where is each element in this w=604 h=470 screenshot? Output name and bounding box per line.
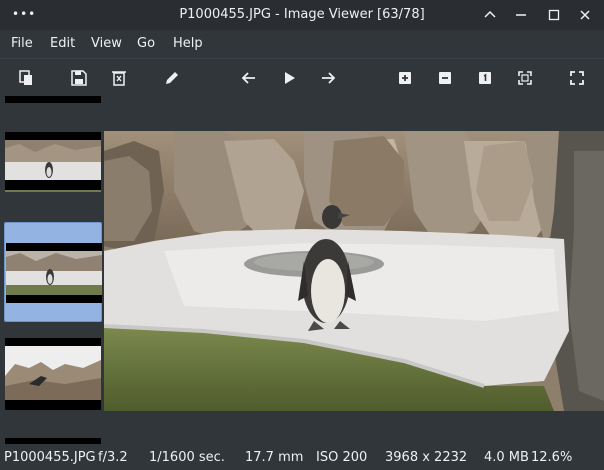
- status-filesize: 4.0 MB: [484, 450, 529, 465]
- toolbar: [0, 58, 604, 96]
- thumbnail-image: [5, 346, 101, 400]
- thumb-previous[interactable]: [4, 132, 102, 230]
- thumbnail-letterbox-bar: [5, 132, 101, 140]
- status-aperture: f/3.2: [98, 450, 128, 465]
- menu-view[interactable]: View: [91, 36, 122, 51]
- maximize-icon[interactable]: [544, 5, 564, 25]
- main-image-view[interactable]: [104, 131, 604, 411]
- status-zoom: 12.6%: [531, 450, 573, 465]
- status-iso: ISO 200: [316, 450, 368, 465]
- original-size-icon[interactable]: [475, 68, 495, 88]
- previous-arrow-icon[interactable]: [239, 68, 259, 88]
- status-focal-length: 17.7 mm: [245, 450, 304, 465]
- zoom-in-icon[interactable]: [395, 68, 415, 88]
- thumbnail-image: [6, 243, 102, 303]
- menu-edit[interactable]: Edit: [50, 36, 75, 51]
- copy-icon[interactable]: [16, 68, 36, 88]
- minimize-icon[interactable]: [480, 5, 500, 25]
- zoom-fit-icon[interactable]: [515, 68, 535, 88]
- thumbnail-letterbox-bar: [5, 180, 101, 190]
- menu-bar: File Edit View Go Help: [0, 30, 604, 58]
- menu-file[interactable]: File: [11, 36, 33, 51]
- thumbnail-letterbox-bar: [5, 96, 101, 103]
- status-shutter: 1/1600 sec.: [149, 450, 225, 465]
- close-icon[interactable]: [575, 5, 595, 25]
- delete-icon[interactable]: [109, 68, 129, 88]
- fullscreen-icon[interactable]: [567, 68, 587, 88]
- menu-go[interactable]: Go: [137, 36, 155, 51]
- thumb-current[interactable]: [4, 222, 102, 322]
- zoom-out-icon[interactable]: [435, 68, 455, 88]
- thumbnail-letterbox-bar: [5, 438, 101, 444]
- thumbnail-letterbox-bar: [5, 400, 101, 410]
- menu-help[interactable]: Help: [173, 36, 203, 51]
- status-dimensions: 3968 x 2232: [385, 450, 468, 465]
- save-icon[interactable]: [69, 68, 89, 88]
- edit-pencil-icon[interactable]: [162, 68, 182, 88]
- thumb-next[interactable]: [4, 338, 102, 436]
- next-arrow-icon[interactable]: [318, 68, 338, 88]
- restore-icon[interactable]: [511, 5, 531, 25]
- status-bar: P1000455.JPG f/3.2 1/1600 sec. 17.7 mm I…: [0, 446, 604, 470]
- main-image: [104, 131, 604, 411]
- play-slideshow-icon[interactable]: [279, 68, 299, 88]
- title-bar: ••• P1000455.JPG - Image Viewer [63/78]: [0, 0, 604, 30]
- status-filename: P1000455.JPG: [4, 450, 96, 465]
- thumbnail-strip[interactable]: [0, 96, 104, 446]
- thumbnail-letterbox-bar: [5, 338, 101, 346]
